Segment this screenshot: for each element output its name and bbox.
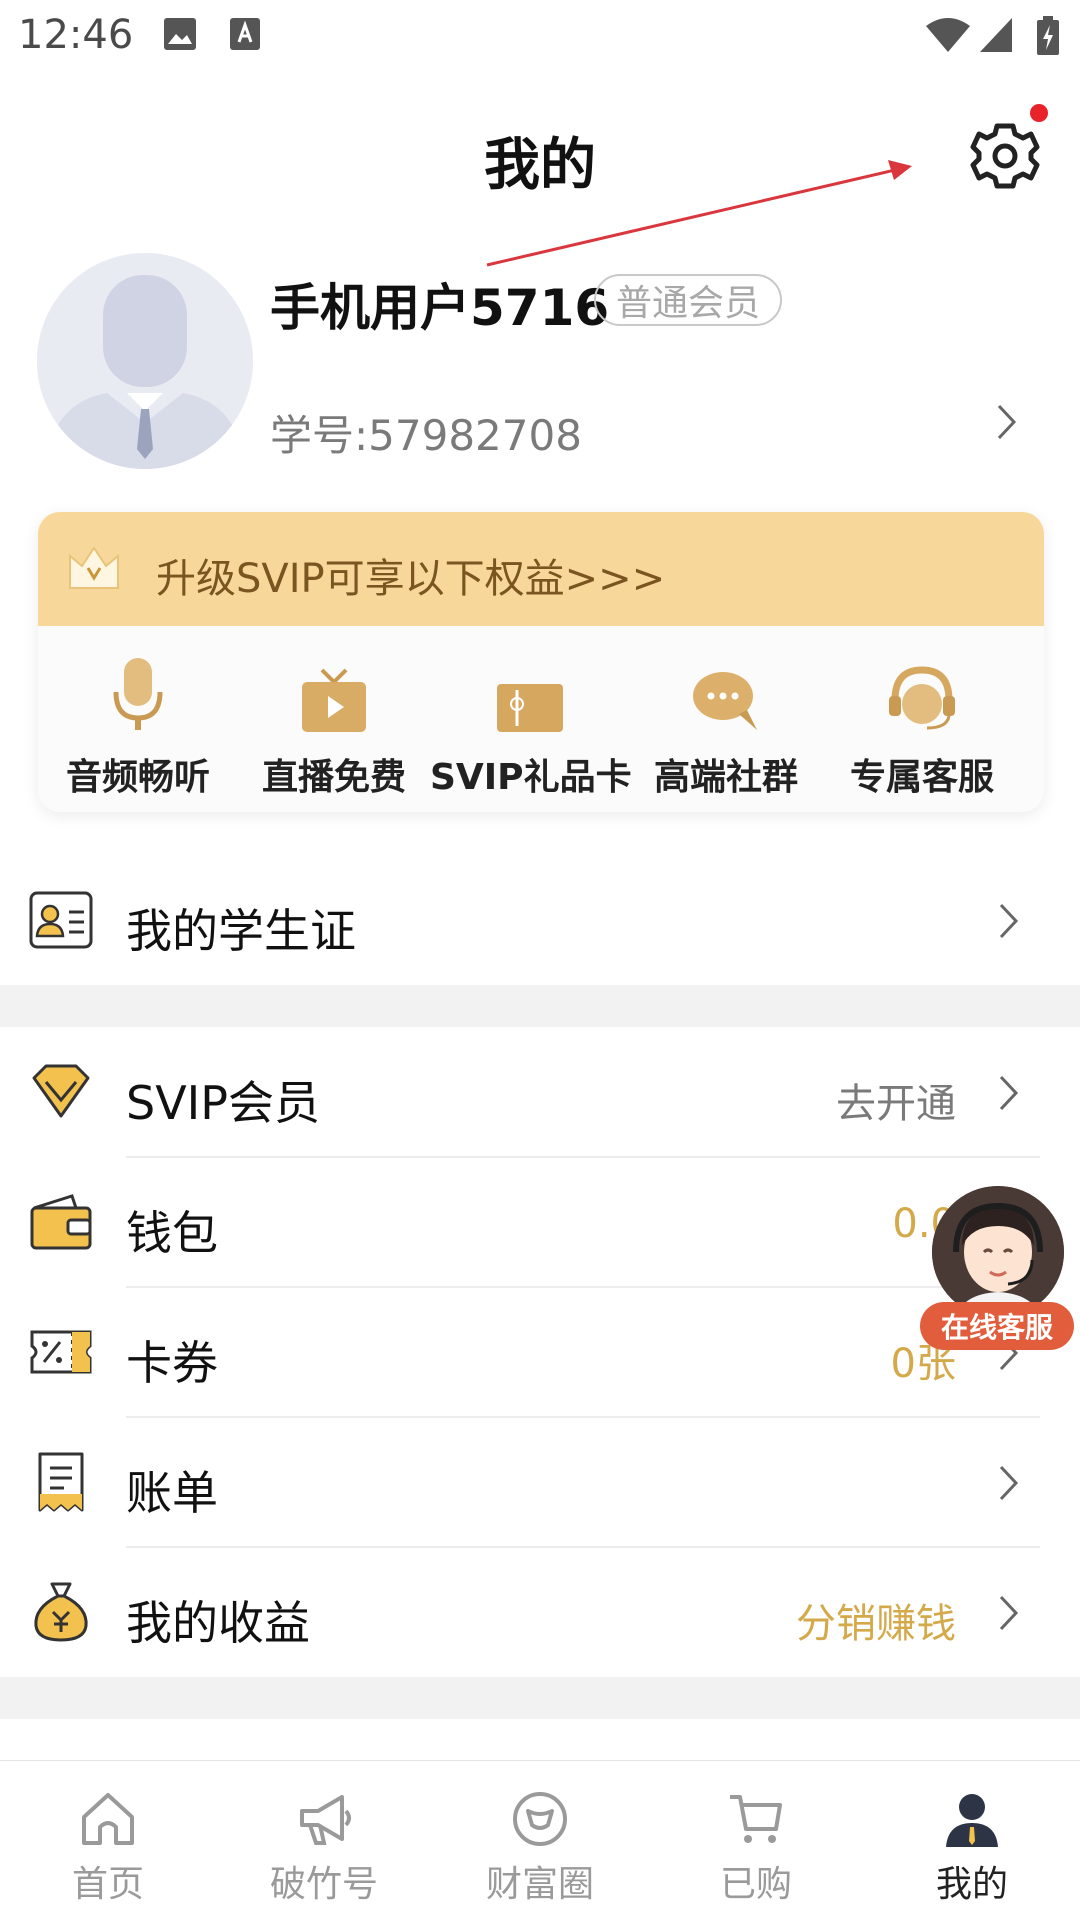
- live-tv-icon: [302, 668, 366, 732]
- status-time: 12:46: [18, 12, 134, 58]
- perk-label: 专属客服: [849, 757, 994, 798]
- bottom-tab-bar: 首页 破竹号 财富圈 已购 我的: [0, 1760, 1080, 1921]
- tab-wealth-circle[interactable]: 财富圈: [432, 1761, 648, 1921]
- svip-upgrade-banner[interactable]: 升级SVIP可享以下权益>>>: [38, 512, 1044, 626]
- wifi-icon: [926, 18, 970, 52]
- menu-row-student-card[interactable]: 我的学生证: [0, 855, 1080, 985]
- menu-label: 我的收益: [126, 1596, 310, 1650]
- text-notification-icon: [230, 18, 260, 50]
- customer-service-icon: [889, 666, 955, 730]
- gear-icon: [970, 123, 1040, 189]
- online-service-button[interactable]: 在线客服: [920, 1186, 1074, 1352]
- menu-label: 卡券: [126, 1336, 218, 1390]
- perk-gift-card[interactable]: SVIP礼品卡: [430, 654, 632, 800]
- default-avatar-icon: [37, 253, 253, 469]
- perk-label: 音频畅听: [65, 757, 210, 798]
- notification-dot: [1030, 104, 1048, 122]
- microphone-icon: [113, 658, 163, 730]
- chevron-right-icon: [999, 1465, 1019, 1501]
- menu-label: SVIP会员: [126, 1076, 320, 1130]
- distribution-earn-text: 分销赚钱: [796, 1601, 956, 1647]
- receipt-icon: [38, 1452, 84, 1512]
- menu-label: 账单: [126, 1466, 218, 1520]
- tab-label: 首页: [71, 1864, 144, 1905]
- profile-icon: [946, 1794, 998, 1847]
- section-gap: [0, 985, 1080, 1027]
- chevron-right-icon: [999, 1595, 1019, 1631]
- gift-card-icon: [497, 684, 563, 732]
- tab-label: 已购: [719, 1864, 792, 1905]
- perk-live[interactable]: 直播免费: [234, 654, 434, 800]
- student-id: 学号:57982708: [270, 411, 582, 460]
- wallet-icon: [30, 1194, 92, 1250]
- status-bar: 12:46: [0, 0, 1080, 72]
- menu-row-coupons[interactable]: 卡券 0张: [0, 1287, 1080, 1417]
- menu-label: 钱包: [126, 1206, 218, 1260]
- tab-label: 我的: [935, 1864, 1008, 1905]
- money-bag-icon: [34, 1582, 88, 1642]
- crown-icon: [69, 546, 119, 589]
- diamond-icon: [32, 1064, 90, 1118]
- member-level-badge: 普通会员: [594, 274, 782, 326]
- headset-agent-icon: [932, 1186, 1064, 1318]
- perk-label: 高端社群: [653, 757, 798, 798]
- tab-purchased[interactable]: 已购: [648, 1761, 864, 1921]
- cellular-signal-icon: [980, 18, 1012, 52]
- menu-row-wallet[interactable]: 钱包 0.0: [0, 1157, 1080, 1287]
- menu-row-earnings[interactable]: 我的收益 分销赚钱: [0, 1547, 1080, 1677]
- menu-label: 我的学生证: [126, 904, 356, 958]
- page-title: 我的: [484, 133, 596, 198]
- student-card-icon: [29, 891, 93, 949]
- cart-icon: [730, 1795, 782, 1843]
- battery-icon: [1037, 16, 1059, 55]
- username: 手机用户5716: [270, 279, 610, 337]
- perk-label: 直播免费: [261, 757, 406, 798]
- tab-pozhu[interactable]: 破竹号: [216, 1761, 432, 1921]
- tab-label: 破竹号: [269, 1864, 378, 1905]
- wealth-circle-icon: [513, 1792, 567, 1846]
- svip-benefits-card: 升级SVIP可享以下权益>>> 音频畅听 直播免费 SVIP礼品卡 高端社群 专…: [38, 512, 1044, 812]
- perk-label: SVIP礼品卡: [430, 757, 632, 798]
- perk-community[interactable]: 高端社群: [626, 654, 826, 800]
- tab-label: 财富圈: [485, 1864, 594, 1905]
- tab-mine[interactable]: 我的: [864, 1761, 1080, 1921]
- gallery-notification-icon: [164, 18, 196, 50]
- menu-row-bills[interactable]: 账单: [0, 1417, 1080, 1547]
- home-icon: [82, 1793, 134, 1845]
- chevron-right-icon: [999, 1075, 1019, 1111]
- perk-audio[interactable]: 音频畅听: [38, 654, 238, 800]
- coupon-icon: [30, 1330, 92, 1374]
- perk-customer-service[interactable]: 专属客服: [822, 654, 1022, 800]
- chevron-right-icon: [999, 903, 1019, 939]
- service-agent-avatar: [932, 1186, 1064, 1318]
- settings-button[interactable]: [970, 120, 1040, 192]
- svip-banner-text: 升级SVIP可享以下权益>>>: [156, 556, 666, 602]
- megaphone-icon: [300, 1795, 351, 1845]
- tab-home[interactable]: 首页: [0, 1761, 216, 1921]
- svip-activate-text: 去开通: [836, 1081, 956, 1127]
- section-gap: [0, 1677, 1080, 1719]
- chevron-right-icon[interactable]: [996, 402, 1018, 442]
- chat-bubble-icon: [693, 672, 757, 730]
- online-service-label: 在线客服: [920, 1302, 1074, 1350]
- avatar[interactable]: [37, 253, 253, 469]
- menu-row-svip[interactable]: SVIP会员 去开通: [0, 1027, 1080, 1157]
